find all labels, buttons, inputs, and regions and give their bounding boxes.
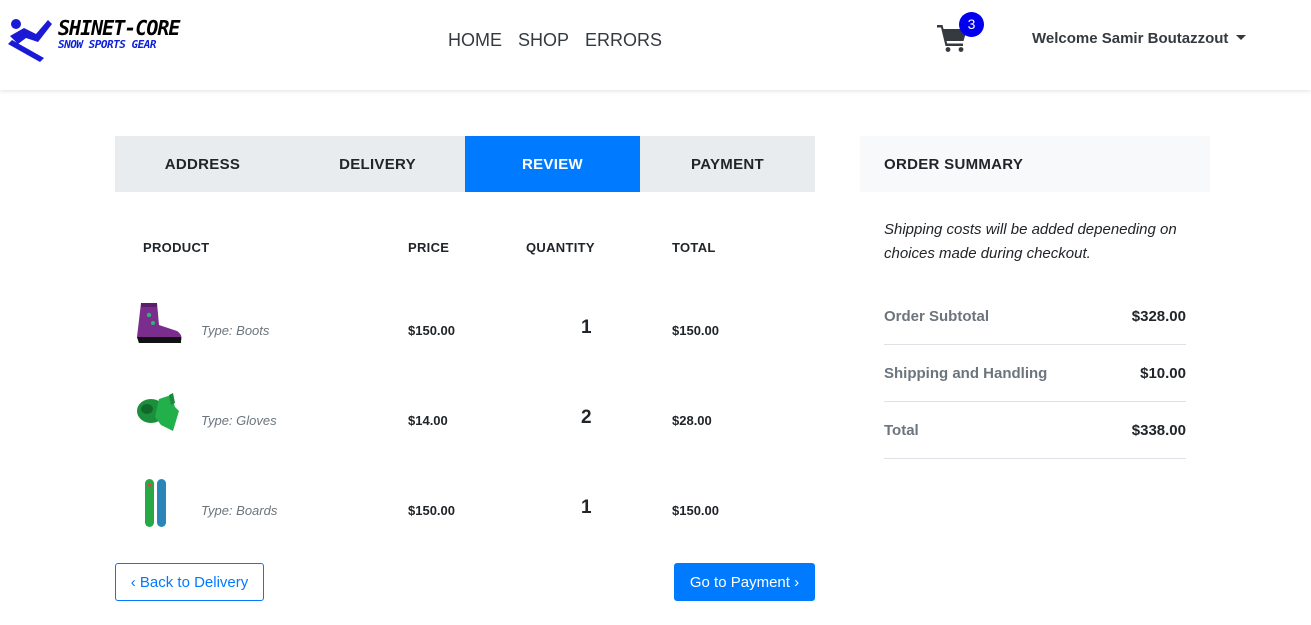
- chevron-left-icon: ‹: [130, 573, 140, 591]
- product-type: Type: Boards: [201, 503, 278, 518]
- product-total: $28.00: [672, 413, 712, 428]
- product-total: $150.00: [672, 323, 719, 338]
- product-quantity: 1: [581, 497, 592, 518]
- column-header-product: PRODUCT: [143, 240, 210, 255]
- product-type: Type: Boots: [201, 323, 270, 338]
- nav-shop[interactable]: SHOP: [518, 30, 569, 51]
- nav-home[interactable]: HOME: [448, 30, 502, 51]
- column-header-total: TOTAL: [672, 240, 716, 255]
- brand-logo[interactable]: SHINET-CORE SNOW SPORTS GEAR: [6, 14, 186, 66]
- brand-tagline: SNOW SPORTS GEAR: [58, 38, 156, 51]
- main-nav: HOME SHOP ERRORS: [448, 30, 662, 51]
- nav-errors[interactable]: ERRORS: [585, 30, 662, 51]
- product-total: $150.00: [672, 503, 719, 518]
- tab-delivery[interactable]: DELIVERY: [290, 136, 465, 192]
- product-price: $150.00: [408, 503, 455, 518]
- back-to-delivery-button[interactable]: ‹ Back to Delivery: [115, 563, 264, 601]
- tab-address[interactable]: ADDRESS: [115, 136, 290, 192]
- summary-row-shipping: Shipping and Handling $10.00: [884, 345, 1186, 402]
- product-type: Type: Gloves: [201, 413, 277, 428]
- glove-icon: [137, 393, 179, 431]
- product-quantity: 1: [581, 317, 592, 338]
- table-row: Type: Boots $150.00 1 $150.00: [115, 299, 815, 389]
- go-to-payment-button[interactable]: Go to Payment ›: [674, 563, 815, 601]
- column-header-quantity: QUANTITY: [526, 240, 595, 255]
- product-quantity: 2: [581, 407, 592, 428]
- column-header-price: PRICE: [408, 240, 450, 255]
- top-navbar: SHINET-CORE SNOW SPORTS GEAR HOME SHOP E…: [0, 0, 1311, 90]
- product-price: $14.00: [408, 413, 448, 428]
- product-price: $150.00: [408, 323, 455, 338]
- summary-row-total: Total $338.00: [884, 402, 1186, 459]
- checkout-steps: ADDRESS DELIVERY REVIEW PAYMENT: [115, 136, 815, 192]
- shipping-note: Shipping costs will be added depeneding …: [884, 221, 1177, 262]
- summary-value: $338.00: [1131, 421, 1186, 439]
- summary-label: Total: [884, 421, 919, 439]
- chevron-right-icon: ›: [789, 573, 800, 591]
- tab-review[interactable]: REVIEW: [465, 136, 640, 192]
- boot-icon: [137, 303, 182, 343]
- user-menu-toggle[interactable]: Welcome Samir Boutazzout: [1032, 30, 1247, 47]
- board-icon: [145, 479, 166, 527]
- summary-value: $10.00: [1140, 364, 1186, 382]
- summary-label: Order Subtotal: [884, 307, 990, 325]
- user-greeting: Welcome Samir Boutazzout: [1032, 30, 1229, 47]
- summary-value: $328.00: [1131, 307, 1186, 325]
- back-button-label: Back to Delivery: [139, 573, 249, 591]
- table-row: Type: Gloves $14.00 2 $28.00: [115, 389, 815, 479]
- next-button-label: Go to Payment: [689, 573, 790, 591]
- table-row: Type: Boards $150.00 1 $150.00: [115, 479, 815, 569]
- cart-button[interactable]: 3: [936, 12, 986, 58]
- order-summary-header: ORDER SUMMARY: [860, 136, 1210, 192]
- tab-payment[interactable]: PAYMENT: [640, 136, 815, 192]
- summary-row-subtotal: Order Subtotal $328.00: [884, 288, 1186, 345]
- brand-name: SHINET-CORE: [58, 16, 180, 40]
- summary-label: Shipping and Handling: [884, 364, 1048, 382]
- cart-count-badge: 3: [959, 12, 984, 37]
- snowboarder-icon: [8, 19, 52, 62]
- chevron-down-icon: [1236, 35, 1247, 40]
- order-summary-title: ORDER SUMMARY: [884, 155, 1024, 173]
